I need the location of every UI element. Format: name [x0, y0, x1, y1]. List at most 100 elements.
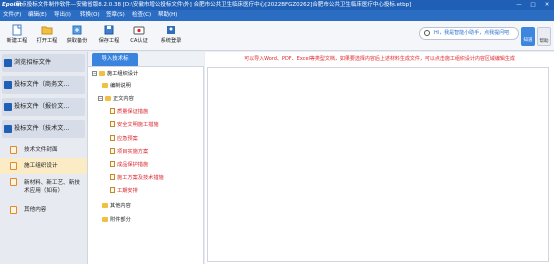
document-icon — [4, 125, 12, 133]
tree-node-label: 附件部分 — [110, 217, 131, 223]
assistant-search-box[interactable]: Hi，我是智能小助手，点我提问吧 — [419, 27, 519, 40]
menu-file[interactable]: 文件(F) — [3, 10, 21, 21]
tree-node-label: 应急预案 — [117, 136, 138, 142]
file-icon — [10, 162, 17, 170]
tree-node[interactable]: 成品保护措施 — [110, 161, 148, 169]
tree-node-label: 质量保证措施 — [117, 109, 149, 115]
collapse-icon: − — [92, 71, 97, 76]
tree-node-root[interactable]: − 施工组织设计 — [92, 70, 138, 78]
menu-convert[interactable]: 转换(O) — [80, 10, 100, 21]
folder-icon — [102, 83, 108, 88]
file-icon — [110, 187, 115, 193]
backup-button[interactable]: 获取备份 — [62, 23, 92, 49]
login-icon — [167, 26, 175, 34]
document-icon — [4, 81, 12, 89]
tab-import-technical[interactable]: 导入技术标 — [92, 53, 138, 66]
sidebar-item-quote[interactable]: 投标文件（报价文... — [2, 98, 85, 116]
sidebar-subitem-other[interactable]: 其他内容 — [0, 202, 87, 218]
tree-node[interactable]: 编制说明 — [102, 82, 131, 90]
file-icon — [10, 146, 17, 154]
import-hint-text: 可以导入Word、PDF、Excel等类型文档，如果要选择内容后上述材料生成文件… — [244, 56, 515, 62]
open-project-icon — [41, 26, 53, 35]
folder-icon — [102, 203, 108, 208]
sidebar-subitem-label: 技术文件封面 — [24, 147, 58, 153]
tree-node[interactable]: 附件部分 — [102, 216, 131, 224]
sidebar-item-business[interactable]: 投标文件（商务文... — [2, 76, 85, 94]
help-button[interactable]: 帮助 — [537, 27, 551, 46]
file-icon — [110, 135, 115, 141]
sidebar-item-browse-tender[interactable]: 浏览招标文件 — [2, 54, 85, 72]
menu-edit[interactable]: 编辑(E) — [28, 10, 47, 21]
new-project-button[interactable]: 新建工程 — [2, 23, 32, 49]
open-project-button[interactable]: 打开工程 — [32, 23, 62, 49]
file-icon — [110, 148, 115, 154]
sidebar: 浏览招标文件 投标文件（商务文... 投标文件（报价文... 投标文件（技术文.… — [0, 52, 88, 264]
file-icon — [110, 108, 115, 114]
tree-node[interactable]: 其他内容 — [102, 202, 131, 210]
save-icon — [104, 25, 114, 35]
tree-node-label: 其他内容 — [110, 203, 131, 209]
know-button[interactable]: 知道 — [521, 27, 535, 46]
minimize-button[interactable]: — — [512, 0, 526, 10]
menu-bar: 文件(F) 编辑(E) 导出(I) 转换(O) 签章(S) 检查(C) 帮助(H… — [0, 10, 554, 21]
tree-node-label: 正文内容 — [113, 96, 134, 102]
file-icon — [110, 174, 115, 180]
sidebar-subitem-construction-design[interactable]: 施工组织设计 — [0, 158, 87, 174]
tree-node-label: 成品保护措施 — [117, 162, 149, 168]
backup-label: 获取备份 — [66, 38, 88, 44]
tree-node[interactable]: 安全文明施工措施 — [110, 121, 159, 129]
save-project-label: 保存工程 — [98, 38, 120, 44]
system-login-label: 系统登录 — [160, 38, 182, 44]
menu-sign[interactable]: 签章(S) — [106, 10, 125, 21]
title-bar: Epoint 新点投标文件制作软件—安徽省版8.2.0.38 [D:\安徽市增公… — [0, 0, 554, 10]
tree-node[interactable]: 质量保证措施 — [110, 108, 148, 116]
tree-tab-bar: 导入技术标 — [88, 52, 204, 67]
window-title: 新点投标文件制作软件—安徽省版8.2.0.38 [D:\安徽市增公投标文件\外]… — [15, 2, 412, 8]
file-icon — [10, 206, 17, 214]
tree-node-label: 施工方案及技术措施 — [117, 175, 164, 181]
folder-icon — [99, 71, 105, 76]
menu-help[interactable]: 帮助(H) — [158, 10, 177, 21]
tree-node-label: 项目实施方案 — [117, 149, 149, 155]
collapse-icon: − — [98, 96, 103, 101]
open-project-label: 打开工程 — [36, 38, 58, 44]
tree-node-label: 施工组织设计 — [107, 71, 139, 77]
tree-node-label: 安全文明施工措施 — [117, 122, 159, 128]
folder-icon — [102, 217, 108, 222]
file-icon — [110, 161, 115, 167]
tree-node-label: 工期安排 — [117, 188, 138, 194]
tree-node[interactable]: 应急预案 — [110, 135, 138, 143]
menu-export[interactable]: 导出(I) — [54, 10, 71, 21]
search-icon — [424, 30, 430, 36]
assistant-search-text: Hi，我是智能小助手，点我提问吧 — [434, 30, 510, 36]
sidebar-subitem-label: 施工组织设计 — [24, 163, 58, 169]
folder-icon — [105, 96, 111, 101]
close-button[interactable]: ✕ — [540, 0, 554, 10]
ca-cert-label: CA认证 — [130, 38, 148, 44]
save-project-button[interactable]: 保存工程 — [94, 23, 124, 49]
sidebar-subitem-label: 其他内容 — [24, 207, 47, 213]
sidebar-item-technical[interactable]: 投标文件（技术文... — [2, 120, 85, 138]
ca-cert-icon — [133, 26, 145, 35]
tree-node[interactable]: 工期安排 — [110, 187, 138, 195]
app-logo: Epoint — [2, 2, 22, 8]
new-project-icon — [12, 24, 22, 36]
file-icon — [10, 178, 17, 186]
ca-cert-button[interactable]: CA认证 — [124, 23, 154, 49]
maximize-button[interactable]: □ — [526, 0, 540, 10]
content-area: 可以导入Word、PDF、Excel等类型文档，如果要选择内容后上述材料生成文件… — [205, 52, 554, 264]
sidebar-subitem-new-tech[interactable]: 新材料、新工艺、新技术应用（如有） — [0, 174, 87, 202]
document-editor[interactable] — [207, 67, 549, 262]
document-icon — [4, 59, 12, 67]
sidebar-subitem-label: 新材料、新工艺、新技术应用（如有） — [24, 180, 80, 194]
sidebar-item-label: 投标文件（报价文... — [14, 103, 70, 110]
tree-node[interactable]: 项目实施方案 — [110, 148, 148, 156]
system-login-button[interactable]: 系统登录 — [156, 23, 186, 49]
tree-node[interactable]: − 正文内容 — [98, 95, 134, 103]
sidebar-item-label: 投标文件（技术文... — [14, 125, 70, 132]
sidebar-item-label: 浏览招标文件 — [14, 59, 52, 66]
new-project-label: 新建工程 — [6, 38, 28, 44]
tree-node[interactable]: 施工方案及技术措施 — [110, 174, 164, 182]
menu-check[interactable]: 检查(C) — [132, 10, 151, 21]
sidebar-subitem-cover[interactable]: 技术文件封面 — [0, 142, 87, 158]
